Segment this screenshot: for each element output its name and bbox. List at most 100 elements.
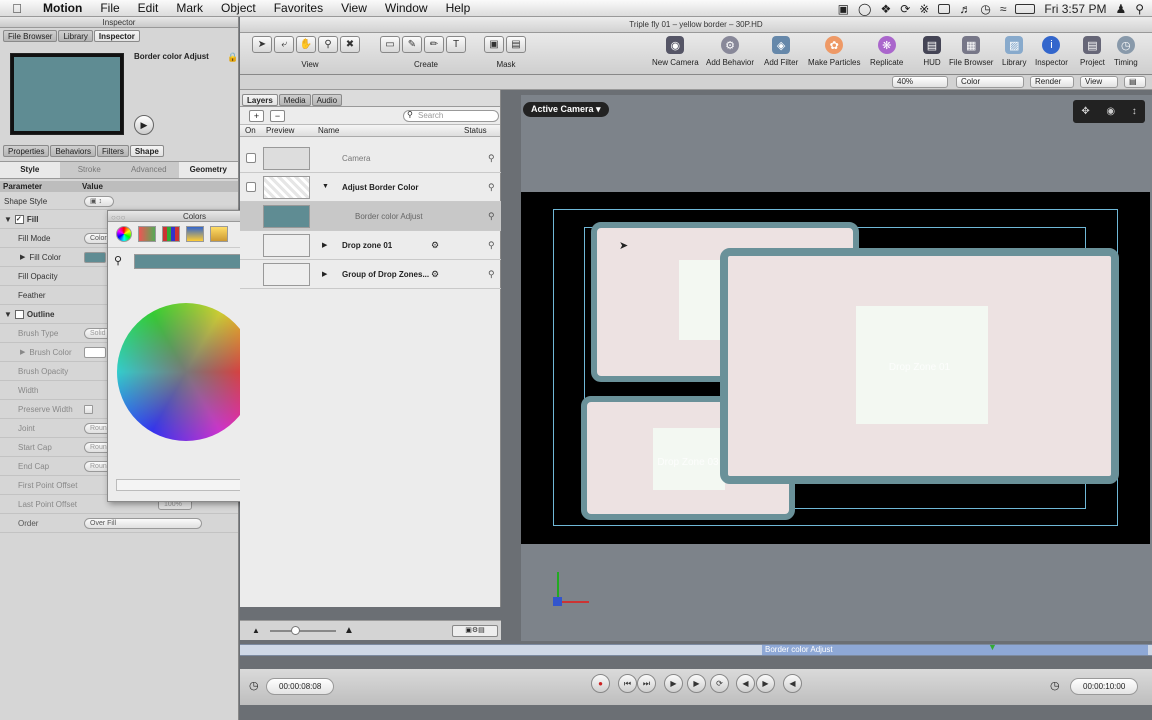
menu-mark[interactable]: Mark <box>167 1 212 15</box>
current-time-field[interactable]: 00:00:08:08 <box>266 678 335 695</box>
layout-popup-icon[interactable]: ▤ <box>1124 76 1146 88</box>
col-on[interactable]: On <box>245 126 256 135</box>
timecode-clock-icon[interactable]: ◷ <box>249 679 259 692</box>
loop-button[interactable]: ⟳ <box>710 674 729 693</box>
crayons-mode-icon[interactable] <box>210 226 228 242</box>
tab-geometry[interactable]: Geometry <box>178 162 238 178</box>
active-camera-button[interactable]: Active Camera ▾ <box>523 102 609 117</box>
new-camera-button[interactable]: ◉ New Camera <box>652 36 699 67</box>
tab-audio[interactable]: Audio <box>311 94 343 106</box>
display-icon[interactable] <box>938 3 951 14</box>
menu-favorites[interactable]: Favorites <box>265 1 332 15</box>
time-machine-icon[interactable]: ◷ <box>980 2 990 16</box>
select-tool-icon[interactable]: ➤ <box>252 36 272 53</box>
color-wheel-mode-icon[interactable] <box>116 226 132 242</box>
layers-search-input[interactable]: Search <box>403 110 499 122</box>
user-icon[interactable]: ♟ <box>1115 2 1126 16</box>
timing-button[interactable]: ◷ Timing <box>1114 36 1138 67</box>
order-popup[interactable]: Over Fill <box>84 517 202 529</box>
menu-window[interactable]: Window <box>376 1 437 15</box>
col-status[interactable]: Status <box>464 126 487 135</box>
behavior-gear-icon[interactable]: ⚙ <box>431 269 439 280</box>
layer-enable-checkbox[interactable] <box>246 153 256 163</box>
file-browser-button[interactable]: ▦ File Browser <box>949 36 993 67</box>
lock-icon[interactable]: ⚲ <box>488 182 495 193</box>
tab-inspector[interactable]: Inspector <box>93 30 140 42</box>
brush-color-well[interactable] <box>84 346 106 358</box>
clock[interactable]: Fri 3:57 PM <box>1044 2 1106 16</box>
library-button[interactable]: ▨ Library <box>1002 36 1026 67</box>
magnifier-icon[interactable]: ⚲ <box>114 254 122 267</box>
move-camera-icon[interactable]: ✥ <box>1081 106 1089 117</box>
spotlight-icon[interactable]: ⚲ <box>1135 2 1144 16</box>
preserve-width-checkbox[interactable] <box>84 404 93 414</box>
step-back-button[interactable]: ◀ <box>736 674 755 693</box>
disclosure-triangle-icon[interactable]: ▶ <box>20 253 25 261</box>
disclosure-triangle-icon[interactable]: ▶ <box>322 270 327 278</box>
timeline-clip[interactable]: Border color Adjust <box>762 645 1148 655</box>
tab-stroke[interactable]: Stroke <box>60 162 120 178</box>
tab-library[interactable]: Library <box>58 30 93 42</box>
layer-row-camera[interactable]: Camera ⚲ <box>240 144 501 173</box>
add-layer-button[interactable]: + <box>249 110 264 122</box>
bezier-tool-icon[interactable]: ✎ <box>402 36 422 53</box>
render-popup[interactable]: Render <box>1030 76 1074 88</box>
disclosure-triangle-icon[interactable]: ▼ <box>4 310 12 319</box>
menu-file[interactable]: File <box>91 1 128 15</box>
record-button[interactable]: ● <box>591 674 610 693</box>
layer-view-buttons-icon[interactable]: ▣⚙▤ <box>452 625 498 637</box>
shape-style-popup[interactable]: ▣ ↕ <box>84 195 114 207</box>
camera-tool-icon[interactable]: ✖ <box>340 36 360 53</box>
circle-icon[interactable]: ◯ <box>858 2 871 16</box>
lock-icon[interactable]: ⚲ <box>488 211 495 222</box>
make-particles-button[interactable]: ✿ Make Particles <box>808 36 860 67</box>
tab-style[interactable]: Style <box>0 162 60 178</box>
mini-timeline[interactable]: Border color Adjust ▼ <box>240 642 1152 656</box>
bluetooth-icon[interactable]: ※ <box>919 2 929 16</box>
tab-file-browser[interactable]: File Browser <box>3 30 58 42</box>
menu-app[interactable]: Motion <box>34 1 91 15</box>
dropbox-icon[interactable]: ❖ <box>880 2 891 16</box>
play-from-start-button[interactable]: ▶ <box>664 674 683 693</box>
disclosure-triangle-icon[interactable]: ▶ <box>20 348 25 356</box>
paint-tool-icon[interactable]: ✏ <box>424 36 444 53</box>
tab-behaviors[interactable]: Behaviors <box>50 145 97 157</box>
col-preview[interactable]: Preview <box>266 126 294 135</box>
project-button[interactable]: ▤ Project <box>1080 36 1105 67</box>
col-name[interactable]: Name <box>318 126 339 135</box>
replicate-button[interactable]: ❋ Replicate <box>870 36 903 67</box>
adjust-tool-icon[interactable]: ⤶ <box>274 36 294 53</box>
orbit-camera-icon[interactable]: ◉ <box>1106 106 1115 117</box>
mask-bezier-icon[interactable]: ▤ <box>506 36 526 53</box>
disclosure-triangle-icon[interactable]: ▼ <box>4 215 12 224</box>
zoom-popup[interactable]: 40% <box>892 76 948 88</box>
camera-icon[interactable]: ▣ <box>838 2 849 16</box>
palettes-mode-icon[interactable] <box>162 226 180 242</box>
add-behavior-button[interactable]: ⚙ Add Behavior <box>706 36 754 67</box>
step-forward-button[interactable]: ▶ <box>756 674 775 693</box>
lock-icon[interactable]: ⚲ <box>488 153 495 164</box>
add-filter-button[interactable]: ◈ Add Filter <box>764 36 798 67</box>
outline-checkbox[interactable] <box>14 309 24 319</box>
play-button[interactable]: ▶ <box>687 674 706 693</box>
dolly-camera-icon[interactable]: ↕ <box>1132 106 1137 117</box>
image-palettes-mode-icon[interactable] <box>186 226 204 242</box>
lock-icon[interactable]: 🔒 <box>227 52 238 63</box>
audio-button[interactable]: ◀ <box>783 674 802 693</box>
lock-icon[interactable]: ⚲ <box>488 240 495 251</box>
menu-edit[interactable]: Edit <box>129 1 168 15</box>
menu-object[interactable]: Object <box>212 1 265 15</box>
tab-filters[interactable]: Filters <box>97 145 129 157</box>
disclosure-triangle-icon[interactable]: ▶ <box>322 241 327 249</box>
window-buttons-icon[interactable]: ○○○ <box>111 212 126 223</box>
layer-enable-checkbox[interactable] <box>246 182 256 192</box>
inspector-button[interactable]: i Inspector <box>1035 36 1068 67</box>
layer-row-border-color-adjust[interactable]: Border color Adjust ⚲ <box>240 202 501 231</box>
channels-popup[interactable]: Color <box>956 76 1024 88</box>
menu-view[interactable]: View <box>332 1 376 15</box>
apple-icon[interactable]:  <box>0 1 34 16</box>
lock-icon[interactable]: ⚲ <box>488 269 495 280</box>
duration-icon[interactable]: ◷ <box>1050 679 1060 692</box>
remove-layer-button[interactable]: − <box>270 110 285 122</box>
thumbnail-size-slider[interactable] <box>270 630 336 632</box>
